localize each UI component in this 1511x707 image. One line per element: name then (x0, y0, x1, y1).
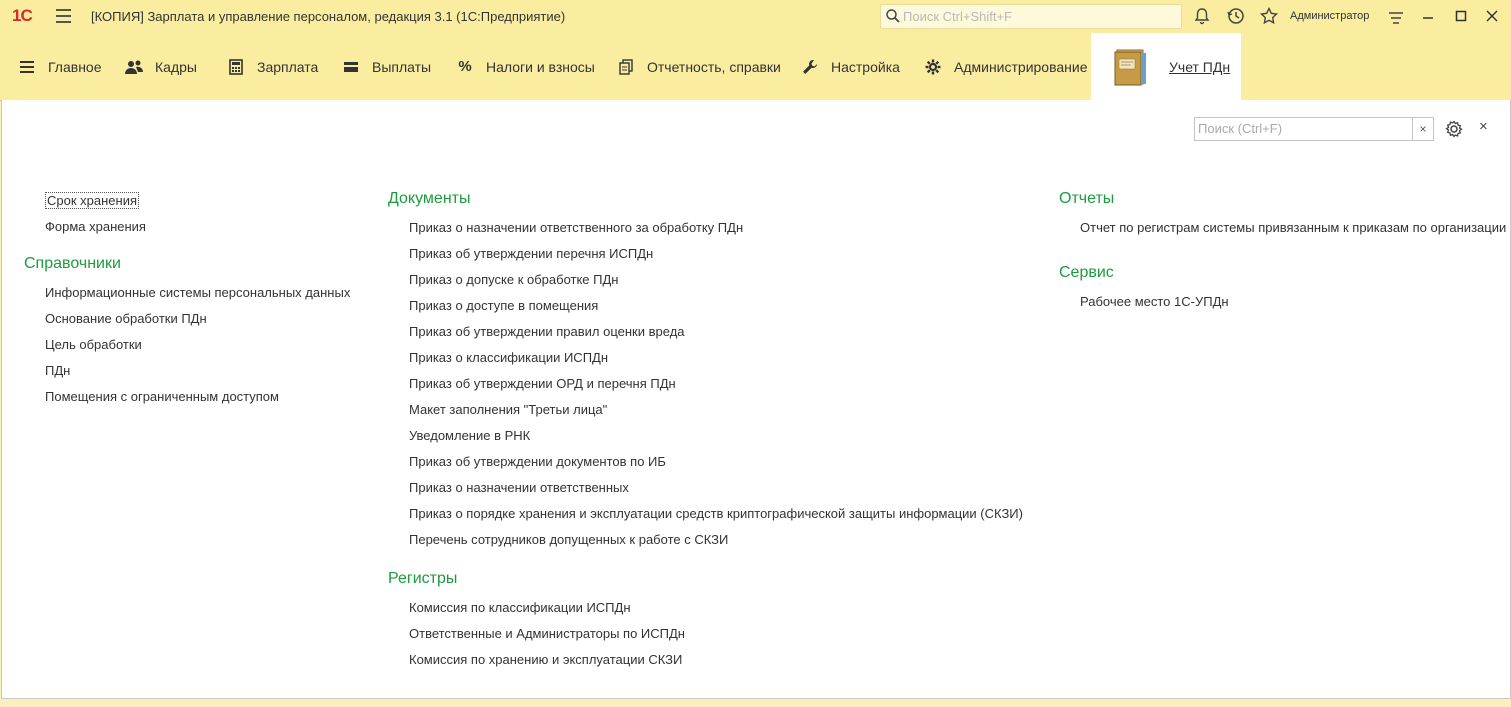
link-document[interactable]: Приказ об утверждении перечня ИСПДн (388, 244, 1023, 270)
wallet-icon (342, 58, 360, 76)
sections-panel: Главное Кадры Зарплата Выплаты % Налоги … (0, 33, 1511, 101)
title-bar: 1С [КОПИЯ] Зарплата и управление персона… (0, 0, 1511, 34)
star-icon[interactable] (1259, 6, 1279, 26)
section-title-service: Сервис (1059, 264, 1114, 281)
wrench-icon (801, 58, 819, 76)
section-title-reports: Отчеты (1059, 190, 1115, 207)
panel-search-input[interactable] (1197, 119, 1410, 138)
global-search[interactable] (880, 4, 1182, 29)
calculator-icon (227, 58, 245, 76)
settings-gear-icon[interactable] (1444, 119, 1464, 139)
minimize-icon[interactable] (1418, 8, 1438, 28)
link-report[interactable]: Отчет по регистрам системы привязанным к… (1059, 218, 1506, 244)
link-reference[interactable]: Информационные системы персональных данн… (24, 283, 350, 309)
section-reporting[interactable]: Отчетность, справки (617, 33, 781, 100)
list-icon (18, 58, 36, 76)
link-reference[interactable]: Основание обработки ПДн (24, 309, 350, 335)
link-register[interactable]: Комиссия по классификации ИСПДн (388, 598, 1023, 624)
search-icon (886, 9, 900, 23)
link-document[interactable]: Приказ об утверждении документов по ИБ (388, 452, 1023, 478)
close-panel-button[interactable]: × (1479, 118, 1488, 135)
link-document[interactable]: Приказ о допуске к обработке ПДн (388, 270, 1023, 296)
section-title-documents: Документы (388, 190, 471, 207)
section-content-panel: × × Срок хранения Форма хранения Справоч… (1, 100, 1511, 699)
section-title-references: Справочники (24, 255, 121, 272)
bell-icon[interactable] (1192, 6, 1212, 26)
section-salary[interactable]: Зарплата (227, 33, 318, 100)
right-column: Отчеты Отчет по регистрам системы привяз… (1059, 188, 1506, 318)
link-document[interactable]: Приказ о порядке хранения и эксплуатации… (388, 504, 1023, 530)
link-reference[interactable]: Помещения с ограниченным доступом (24, 387, 350, 413)
history-icon[interactable] (1226, 6, 1246, 26)
link-document[interactable]: Приказ о назначении ответственного за об… (388, 218, 1023, 244)
link-storage-form[interactable]: Форма хранения (24, 217, 350, 243)
link-document[interactable]: Приказ о назначении ответственных (388, 478, 1023, 504)
link-document[interactable]: Перечень сотрудников допущенных к работе… (388, 530, 1023, 556)
1c-logo[interactable]: 1С (12, 6, 33, 26)
reports-icon (617, 58, 635, 76)
people-icon (125, 58, 143, 76)
link-reference[interactable]: ПДн (24, 361, 350, 387)
section-payments[interactable]: Выплаты (342, 33, 431, 100)
section-settings[interactable]: Настройка (801, 33, 900, 100)
current-user[interactable]: Администратор (1290, 10, 1369, 22)
link-document[interactable]: Приказ об утверждении ОРД и перечня ПДн (388, 374, 1023, 400)
maximize-icon[interactable] (1451, 6, 1471, 26)
settings-lines-icon[interactable] (1386, 8, 1406, 28)
link-storage-period[interactable]: Срок хранения (24, 191, 350, 217)
section-pdn-accounting[interactable]: Учет ПДн (1091, 33, 1241, 100)
percent-icon: % (458, 58, 472, 75)
section-main[interactable]: Главное (18, 33, 102, 100)
link-document[interactable]: Приказ о классификации ИСПДн (388, 348, 1023, 374)
link-document[interactable]: Приказ об утверждении правил оценки вред… (388, 322, 1023, 348)
section-administration[interactable]: Администрирование (924, 33, 1088, 100)
window-title: [КОПИЯ] Зарплата и управление персоналом… (91, 9, 566, 24)
main-menu-icon[interactable] (56, 9, 71, 23)
middle-column: Документы Приказ о назначении ответствен… (388, 188, 1023, 676)
link-reference[interactable]: Цель обработки (24, 335, 350, 361)
link-document[interactable]: Приказ о доступе в помещения (388, 296, 1023, 322)
panel-search[interactable]: × (1194, 117, 1434, 141)
link-service[interactable]: Рабочее место 1С-УПДн (1059, 292, 1506, 318)
link-register[interactable]: Комиссия по хранению и эксплуатации СКЗИ (388, 650, 1023, 676)
close-window-icon[interactable] (1482, 6, 1502, 26)
link-register[interactable]: Ответственные и Администраторы по ИСПДн (388, 624, 1023, 650)
global-search-input[interactable] (903, 7, 1173, 25)
section-hr[interactable]: Кадры (125, 33, 197, 100)
section-title-registers: Регистры (388, 570, 458, 587)
link-document[interactable]: Макет заполнения "Третьи лица" (388, 400, 1023, 426)
clear-search-button[interactable]: × (1412, 118, 1433, 140)
left-column: Срок хранения Форма хранения Справочники… (24, 191, 350, 413)
link-document[interactable]: Уведомление в РНК (388, 426, 1023, 452)
binder-icon (1113, 47, 1149, 87)
gear-icon (924, 58, 942, 76)
section-taxes[interactable]: % Налоги и взносы (456, 33, 595, 100)
